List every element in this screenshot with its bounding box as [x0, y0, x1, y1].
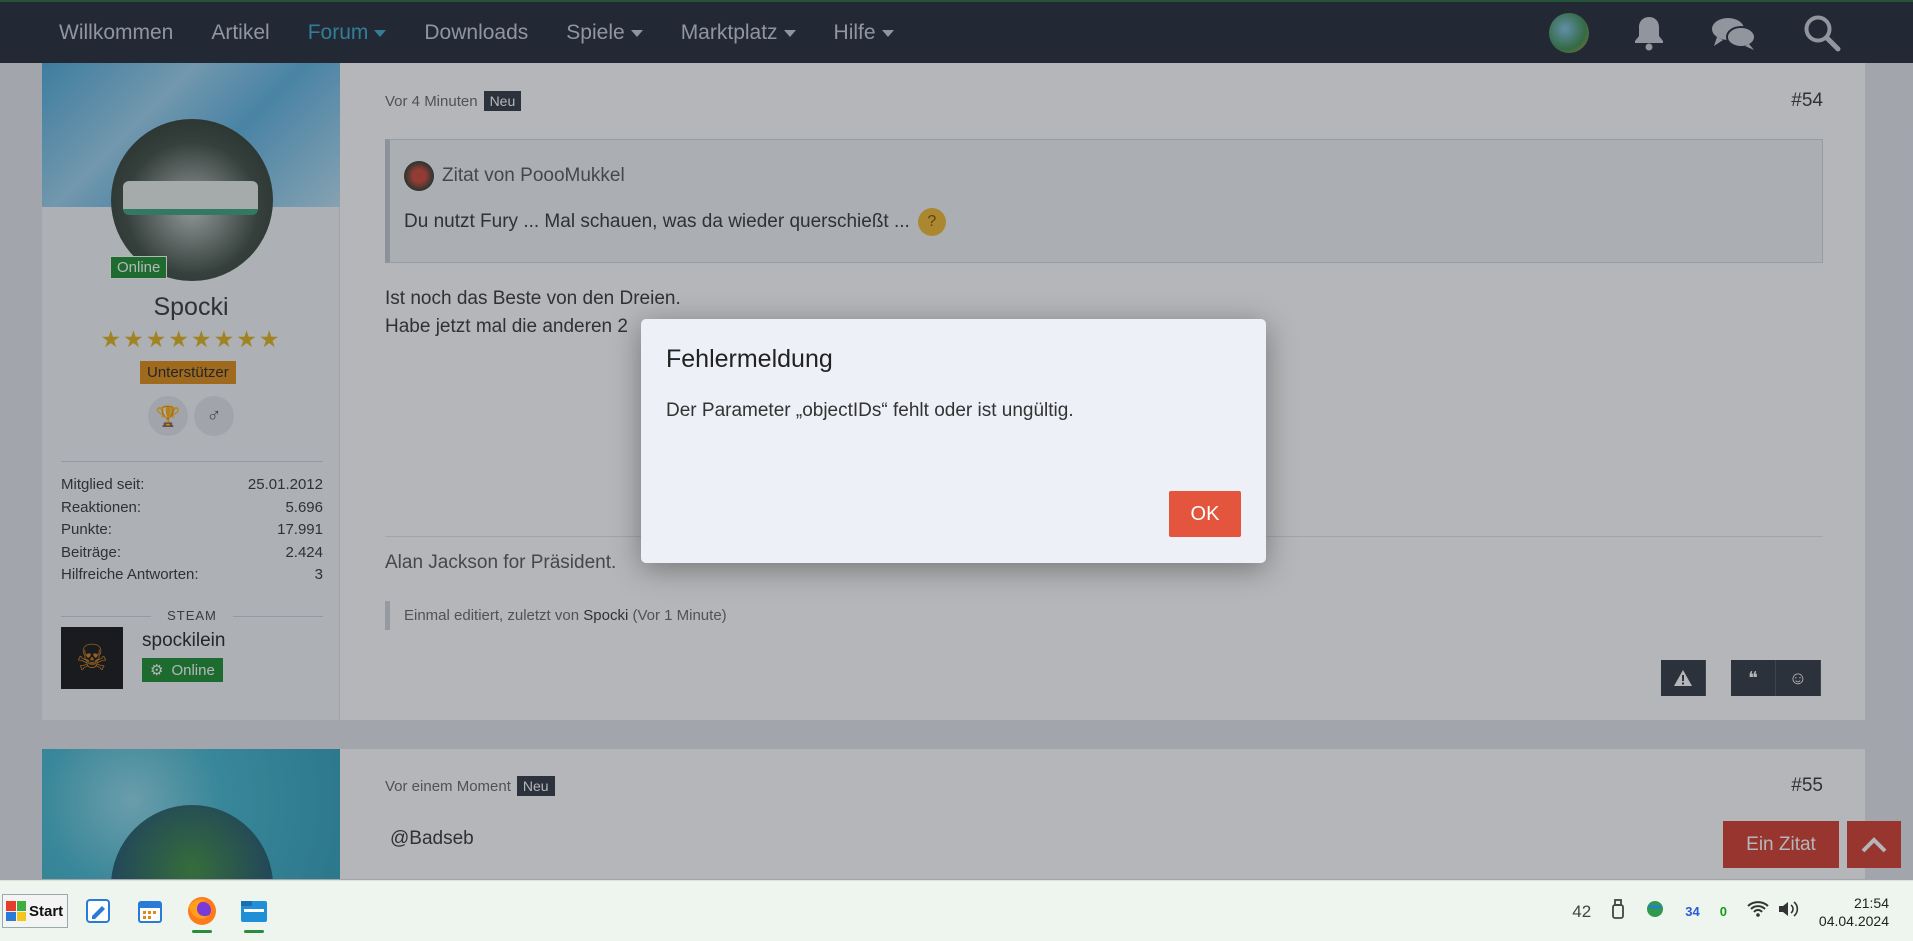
folder-icon: [241, 901, 267, 922]
tray-green-value[interactable]: 0: [1720, 904, 1727, 919]
volume-icon[interactable]: [1777, 900, 1799, 923]
dialog-message: Der Parameter „objectIDs“ fehlt oder ist…: [666, 400, 1074, 421]
firefox-icon: [188, 897, 216, 925]
start-label: Start: [29, 902, 64, 920]
taskbar-app-firefox[interactable]: [180, 889, 224, 933]
usb-icon[interactable]: [1611, 899, 1625, 924]
taskbar-app-explorer[interactable]: [232, 889, 276, 933]
taskbar-app-calendar[interactable]: [128, 889, 172, 933]
windows-logo-icon: [6, 901, 26, 921]
clock-date: 04.04.2024: [1818, 912, 1889, 929]
tray-counter[interactable]: 42: [1572, 902, 1591, 922]
network-globe-icon[interactable]: [1645, 899, 1665, 924]
ok-button[interactable]: OK: [1169, 491, 1241, 537]
error-dialog: Fehlermeldung Der Parameter „objectIDs“ …: [641, 319, 1266, 563]
taskbar: Start 42 34 0 21:54 04.04.2024: [0, 880, 1913, 941]
calendar-icon: [138, 901, 162, 923]
clock-time: 21:54: [1853, 894, 1889, 911]
system-tray: 42 34 0 21:54 04.04.2024: [1572, 881, 1913, 941]
tray-blue-value[interactable]: 34: [1685, 904, 1699, 919]
start-button[interactable]: Start: [2, 894, 68, 928]
dialog-title: Fehlermeldung: [666, 345, 833, 373]
taskbar-app-shortcut[interactable]: [76, 889, 120, 933]
taskbar-clock[interactable]: 21:54 04.04.2024: [1819, 894, 1889, 930]
edit-icon: [86, 899, 110, 923]
wifi-icon[interactable]: [1747, 900, 1769, 923]
